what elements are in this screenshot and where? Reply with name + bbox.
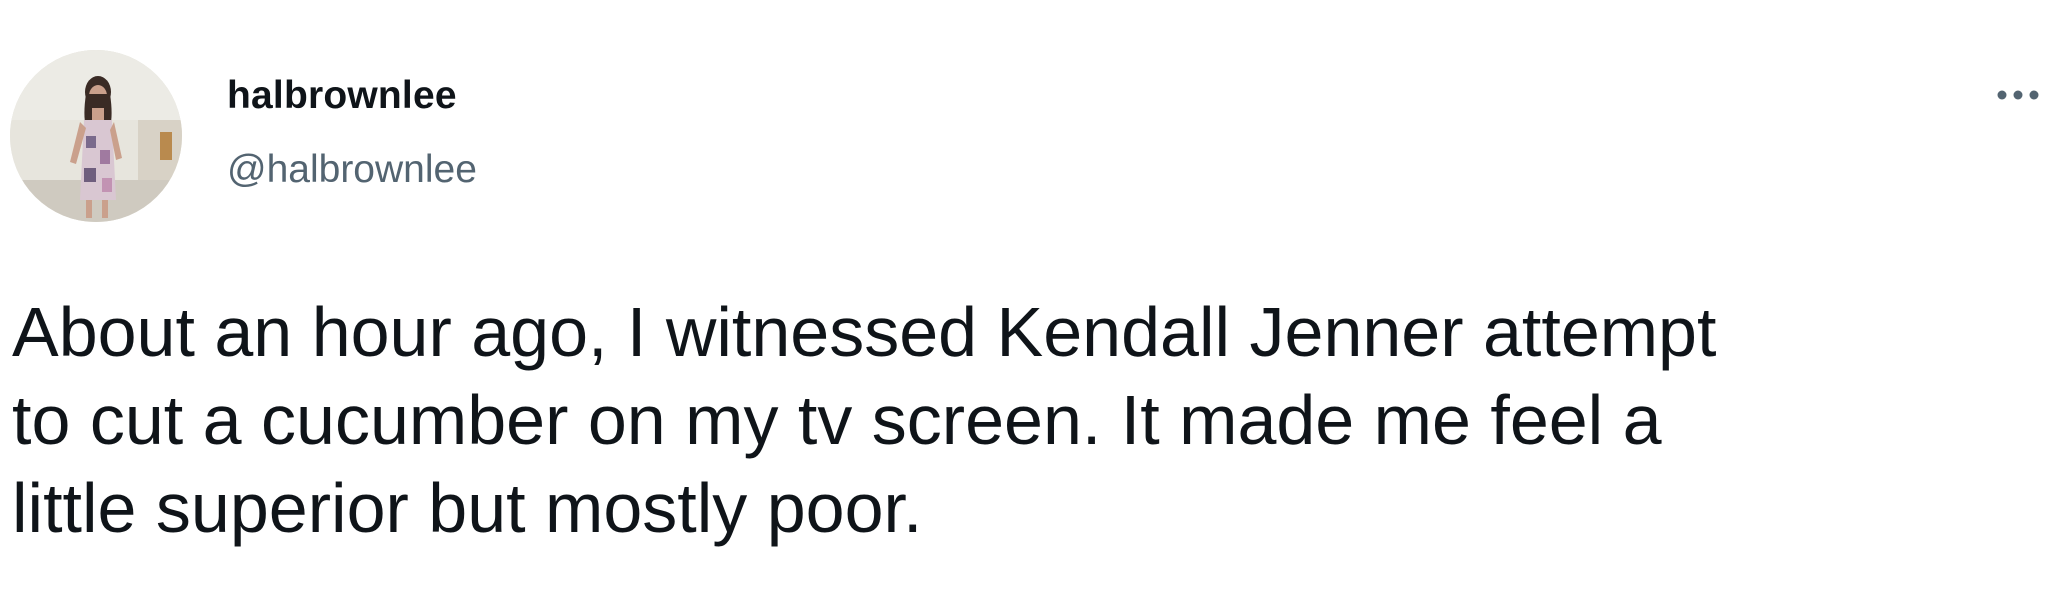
author-handle[interactable]: @halbrownlee [227, 146, 477, 194]
avatar-photo [10, 50, 182, 222]
tweet-text-line: little superior but mostly poor. [12, 469, 923, 547]
more-options-button[interactable] [1990, 80, 2046, 110]
avatar[interactable] [10, 50, 182, 222]
tweet-card: halbrownlee @halbrownlee About an hour a… [0, 0, 2057, 600]
tweet-text-line: About an hour ago, I witnessed Kendall J… [12, 293, 1717, 371]
more-horizontal-icon [1997, 90, 2039, 100]
tweet-text-line: to cut a cucumber on my tv screen. It ma… [12, 381, 1662, 459]
tweet-text: About an hour ago, I witnessed Kendall J… [12, 288, 2032, 552]
author-display-name[interactable]: halbrownlee [227, 72, 457, 120]
